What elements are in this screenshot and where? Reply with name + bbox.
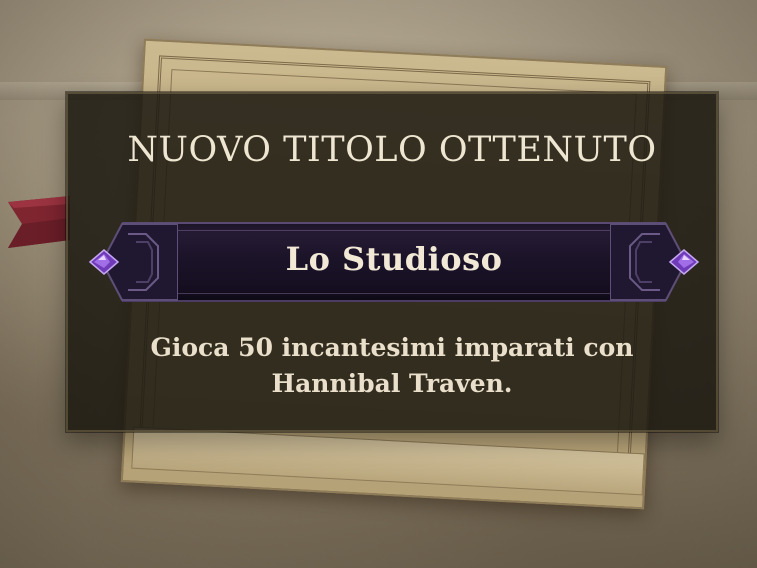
title-banner: Lo Studioso: [88, 222, 700, 302]
title-name: Lo Studioso: [285, 240, 503, 278]
achievement-panel: NUOVO TITOLO OTTENUTO Lo Studioso Gioca …: [66, 92, 718, 432]
bookmark-ribbon-icon: [8, 196, 70, 248]
achievement-heading: NUOVO TITOLO OTTENUTO: [127, 130, 657, 170]
achievement-description: Gioca 50 incantesimi imparati con Hannib…: [150, 333, 634, 398]
